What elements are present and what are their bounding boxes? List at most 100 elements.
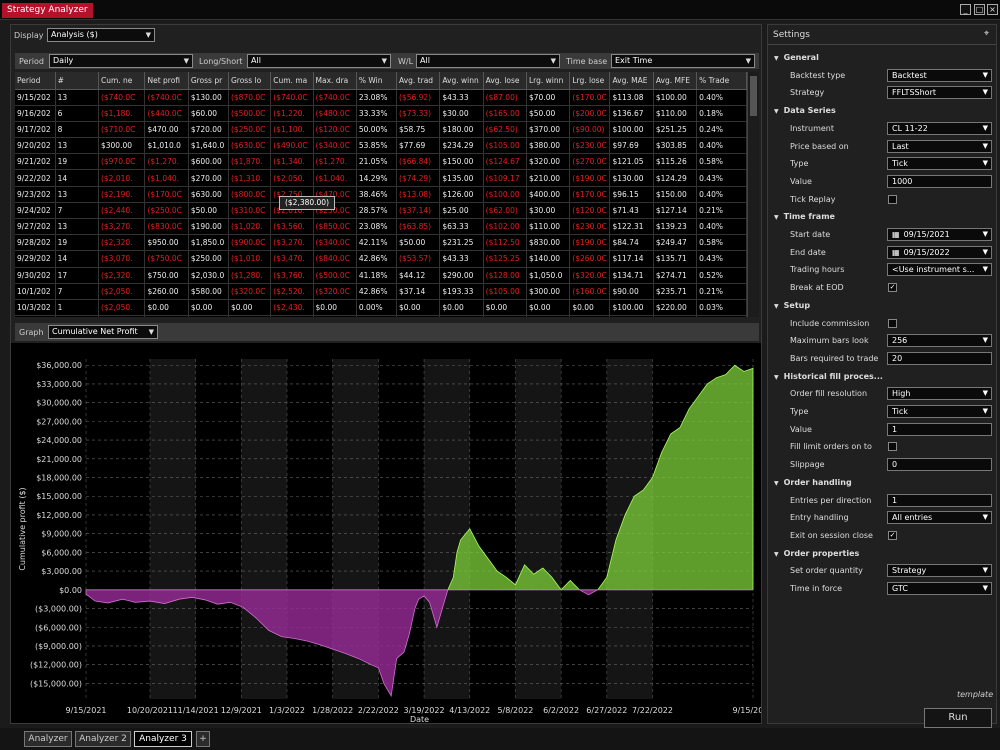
column-header[interactable]: Gross pr xyxy=(188,72,229,90)
table-row[interactable]: 9/28/202 19 ($2,320. $950.00 $1,850.0 ($900.0… xyxy=(15,234,747,252)
setting-end-date: End date ▦ 09/15/2022 ▼ xyxy=(768,244,996,261)
table-row[interactable]: 9/24/202 7 ($2,440. ($250.0C $50.00 ($310.0C (… xyxy=(15,202,747,220)
table-cell: ($190.0C xyxy=(569,234,611,252)
column-header[interactable]: Max. dra xyxy=(313,72,357,90)
table-cell: 8 xyxy=(55,121,99,139)
chevron-down-icon: ▼ xyxy=(982,247,988,256)
table-row[interactable]: 9/15/202 13 ($740.0C ($740.0C $130.00 ($870.0… xyxy=(15,89,747,106)
setting-select[interactable]: <Use instrument s... ▼ xyxy=(887,263,992,277)
column-header[interactable]: Cum. ma xyxy=(270,72,314,90)
table-row[interactable]: 9/20/202 13 $300.00 $1,010.0 $1,640.0 ($630.0… xyxy=(15,137,747,155)
table-row[interactable]: 10/4/20212($2,940.($880.0C$440.00($1,320… xyxy=(15,315,747,317)
column-header[interactable]: % Trade xyxy=(696,72,747,90)
table-row[interactable]: 9/30/202 17 ($2,320. $750.00 $2,030.0 ($1,280… xyxy=(15,267,747,284)
display-select[interactable]: Analysis ($) ▼ xyxy=(47,28,155,42)
collapse-icon[interactable]: ▼ xyxy=(774,374,779,381)
setting-input[interactable]: 20 xyxy=(887,351,992,365)
setting-date-picker[interactable]: ▦ 09/15/2021 ▼ xyxy=(887,228,992,241)
setting-slippage: Slippage 0 xyxy=(768,456,996,473)
table-row[interactable]: 10/1/202 7 ($2,050. $260.00 $580.00 ($320.0C(… xyxy=(15,283,747,300)
scrollbar-thumb[interactable] xyxy=(750,76,757,116)
table-cell: ($63.85) xyxy=(396,218,441,236)
column-header[interactable]: Avg. MAE xyxy=(609,72,654,90)
chevron-down-icon: ▼ xyxy=(982,230,988,238)
table-cell: ($830.0C xyxy=(144,218,189,236)
column-header[interactable]: # xyxy=(55,72,99,90)
wl-select[interactable]: All ▼ xyxy=(416,54,560,68)
table-row[interactable]: 9/23/202 13 ($2,190. ($170.0C $630.00 ($800.0… xyxy=(15,186,747,203)
setting-select[interactable]: Backtest ▼ xyxy=(887,68,992,82)
setting-checkbox[interactable]: ✓ xyxy=(888,530,897,540)
column-header[interactable]: Period xyxy=(15,72,56,90)
template-link[interactable]: template xyxy=(957,690,993,699)
setting-checkbox[interactable] xyxy=(888,442,897,452)
setting-date-picker[interactable]: ▦ 09/15/2022 ▼ xyxy=(887,245,992,259)
table-cell: 19 xyxy=(55,153,99,171)
table-row[interactable]: 9/29/202 14 ($3,070. ($750.0C $250.00 ($1,010… xyxy=(15,250,747,268)
collapse-icon[interactable]: ▼ xyxy=(774,551,779,558)
performance-table[interactable]: Period # Cum. ne Net profi Gross pr Gross lo C… xyxy=(15,72,747,317)
column-header[interactable]: Lrg. lose xyxy=(569,72,611,90)
close-icon[interactable]: × xyxy=(987,4,998,15)
column-header[interactable]: Avg. trad xyxy=(396,72,441,90)
tab-analyzer-2[interactable]: Analyzer 2 xyxy=(75,731,131,747)
table-cell: ($250.0C xyxy=(228,121,272,139)
table-row[interactable]: 9/16/202 6 ($1,180. ($440.0C $60.00 ($500.0C(… xyxy=(15,105,747,122)
table-row[interactable]: 9/22/202 14 ($2,010. ($1,040. $270.00 ($1,310… xyxy=(15,169,747,187)
table-cell: ($740.0C xyxy=(144,89,189,106)
setting-select[interactable]: Tick ▼ xyxy=(887,405,992,418)
setting-select[interactable]: Tick ▼ xyxy=(887,157,992,171)
setting-select[interactable]: GTC ▼ xyxy=(887,582,992,595)
chart-band xyxy=(241,359,288,699)
run-button[interactable]: Run xyxy=(924,708,992,728)
table-row[interactable]: 9/27/202 13 ($3,270. ($830.0C $190.00 ($1,020… xyxy=(15,218,747,236)
setting-input[interactable]: 0 xyxy=(887,458,992,472)
setting-select[interactable]: 256 ▼ xyxy=(887,334,992,348)
collapse-icon[interactable]: ▼ xyxy=(774,480,779,487)
setting-select[interactable]: CL 11-22 ▼ xyxy=(887,121,992,135)
maximize-icon[interactable]: □ xyxy=(974,4,985,15)
timebase-select[interactable]: Exit Time ▼ xyxy=(611,54,755,68)
column-header[interactable]: Avg. MFE xyxy=(653,72,698,90)
column-header[interactable]: Cum. ne xyxy=(98,72,146,90)
column-header[interactable]: Gross lo xyxy=(228,72,272,90)
setting-checkbox[interactable] xyxy=(888,318,897,328)
column-header[interactable]: Net profi xyxy=(144,72,189,90)
collapse-icon[interactable]: ▼ xyxy=(774,55,779,62)
collapse-icon[interactable]: ▼ xyxy=(774,214,779,221)
setting-input[interactable]: 1 xyxy=(887,422,992,436)
table-scrollbar[interactable] xyxy=(747,72,759,317)
column-header[interactable]: Lrg. winn xyxy=(526,72,571,90)
period-select[interactable]: Daily ▼ xyxy=(49,54,193,68)
y-tick-label: $15,000.00 xyxy=(36,492,82,501)
setting-input[interactable]: 1 xyxy=(887,493,992,507)
tab-analyzer[interactable]: Analyzer xyxy=(24,731,72,747)
column-header[interactable]: Avg. lose xyxy=(483,72,528,90)
setting-select[interactable]: All entries ▼ xyxy=(887,511,992,525)
setting-select[interactable]: FFLTSShort ▼ xyxy=(887,86,992,100)
longshort-select[interactable]: All ▼ xyxy=(247,54,391,68)
minimize-icon[interactable]: _ xyxy=(960,4,971,15)
setting-checkbox[interactable] xyxy=(888,194,897,204)
graph-select[interactable]: Cumulative Net Profit ▼ xyxy=(48,325,158,339)
collapse-icon[interactable]: ▼ xyxy=(774,108,779,115)
longshort-label: Long/Short xyxy=(199,57,243,66)
pin-icon[interactable]: ⌖ xyxy=(984,29,989,39)
column-header[interactable]: % Win xyxy=(356,72,398,90)
table-row[interactable]: 9/17/202 8 ($710.0C $470.00 $720.00 ($250.0C(… xyxy=(15,121,747,139)
add-tab-button[interactable]: + xyxy=(196,731,210,747)
table-row[interactable]: 10/3/202 1 ($2,050. $0.00 $0.00 $0.00 ($2,430.… xyxy=(15,299,747,317)
tab-analyzer-3[interactable]: Analyzer 3 xyxy=(134,731,192,747)
table-cell: ($2,190. xyxy=(98,186,146,203)
column-header[interactable]: Avg. winn xyxy=(439,72,484,90)
setting-select[interactable]: Last ▼ xyxy=(887,139,992,153)
y-tick-label: $9,000.00 xyxy=(41,530,82,539)
table-row[interactable]: 9/21/202 19 ($970.0C ($1,270. $600.00 ($1,870… xyxy=(15,153,747,171)
setting-select[interactable]: Strategy ▼ xyxy=(887,564,992,578)
setting-select[interactable]: High ▼ xyxy=(887,387,992,401)
setting-type2: Type Tick ▼ xyxy=(768,403,996,420)
setting-checkbox[interactable]: ✓ xyxy=(888,283,897,293)
table-cell: ($1,100. xyxy=(270,121,314,139)
collapse-icon[interactable]: ▼ xyxy=(774,303,779,310)
setting-input[interactable]: 1000 xyxy=(887,174,992,188)
